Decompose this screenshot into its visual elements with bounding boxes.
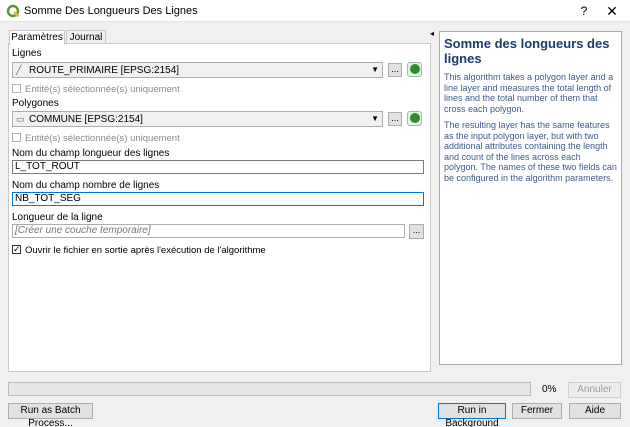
length-field-label: Nom du champ longueur des lignes	[12, 148, 170, 159]
batch-process-button[interactable]: Run as Batch Process...	[8, 403, 93, 427]
chevron-down-icon: ▼	[371, 114, 379, 123]
help-panel: Somme des longueurs des lignes This algo…	[439, 31, 622, 365]
help-button[interactable]: Aide	[569, 403, 621, 419]
qgis-logo-icon	[6, 4, 20, 18]
tab-parametres[interactable]: Paramètres	[9, 30, 65, 45]
line-layer-icon: ╱	[16, 65, 22, 75]
polygons-selected-only-checkbox[interactable]: Entité(s) sélectionnée(s) uniquement	[12, 133, 180, 145]
polygons-combobox-value: COMMUNE [EPSG:2154]	[29, 114, 143, 125]
tab-journal[interactable]: Journal	[66, 30, 106, 44]
lines-selected-only-checkbox[interactable]: Entité(s) sélectionnée(s) uniquement	[12, 84, 180, 96]
close-icon[interactable]: ✕	[602, 2, 622, 20]
count-field-input[interactable]: NB_TOT_SEG	[12, 192, 424, 206]
help-icon[interactable]: ?	[574, 2, 594, 20]
help-paragraph-1: This algorithm takes a polygon layer and…	[444, 72, 614, 114]
checkbox-box	[12, 84, 21, 93]
collapse-help-arrow-icon[interactable]: ◂	[430, 29, 434, 38]
polygons-iterate-button[interactable]	[407, 111, 422, 126]
checkbox-box	[12, 133, 21, 142]
polygons-browse-button[interactable]: ...	[388, 112, 402, 126]
iterate-icon	[410, 64, 420, 74]
polygons-selected-only-label: Entité(s) sélectionnée(s) uniquement	[25, 133, 180, 144]
lines-label: Lignes	[12, 48, 42, 59]
output-browse-button[interactable]: ...	[409, 224, 424, 239]
help-title: Somme des longueurs des lignes	[444, 36, 610, 66]
cancel-button[interactable]: Annuler	[568, 382, 621, 398]
polygons-combobox[interactable]: ▭ COMMUNE [EPSG:2154] ▼	[12, 111, 383, 127]
lines-iterate-button[interactable]	[407, 62, 422, 77]
output-label: Longueur de la ligne	[12, 212, 103, 223]
close-button[interactable]: Fermer	[512, 403, 562, 419]
chevron-down-icon: ▼	[371, 65, 379, 74]
help-paragraph-2: The resulting layer has the same feature…	[444, 120, 617, 183]
title-bar: Somme Des Longueurs Des Lignes ? ✕	[0, 0, 630, 22]
progress-bar	[8, 382, 531, 396]
open-output-checkbox[interactable]: Ouvrir le fichier en sortie après l'exéc…	[12, 244, 266, 257]
output-layer-input[interactable]: [Créer une couche temporaire]	[12, 224, 405, 238]
lines-browse-button[interactable]: ...	[388, 63, 402, 77]
open-output-label: Ouvrir le fichier en sortie après l'exéc…	[25, 245, 266, 256]
checkbox-checked-box	[12, 244, 21, 254]
count-field-label: Nom du champ nombre de lignes	[12, 180, 160, 191]
lines-combobox-value: ROUTE_PRIMAIRE [EPSG:2154]	[29, 65, 180, 76]
polygons-label: Polygones	[12, 98, 59, 109]
lines-selected-only-label: Entité(s) sélectionnée(s) uniquement	[25, 84, 180, 95]
progress-percent: 0%	[542, 384, 557, 395]
lines-combobox[interactable]: ╱ ROUTE_PRIMAIRE [EPSG:2154] ▼	[12, 62, 383, 78]
window-title: Somme Des Longueurs Des Lignes	[24, 5, 198, 17]
length-field-input[interactable]: L_TOT_ROUT	[12, 160, 424, 174]
polygon-layer-icon: ▭	[16, 114, 25, 124]
run-background-button[interactable]: Run in Background	[438, 403, 506, 427]
iterate-icon	[410, 113, 420, 123]
